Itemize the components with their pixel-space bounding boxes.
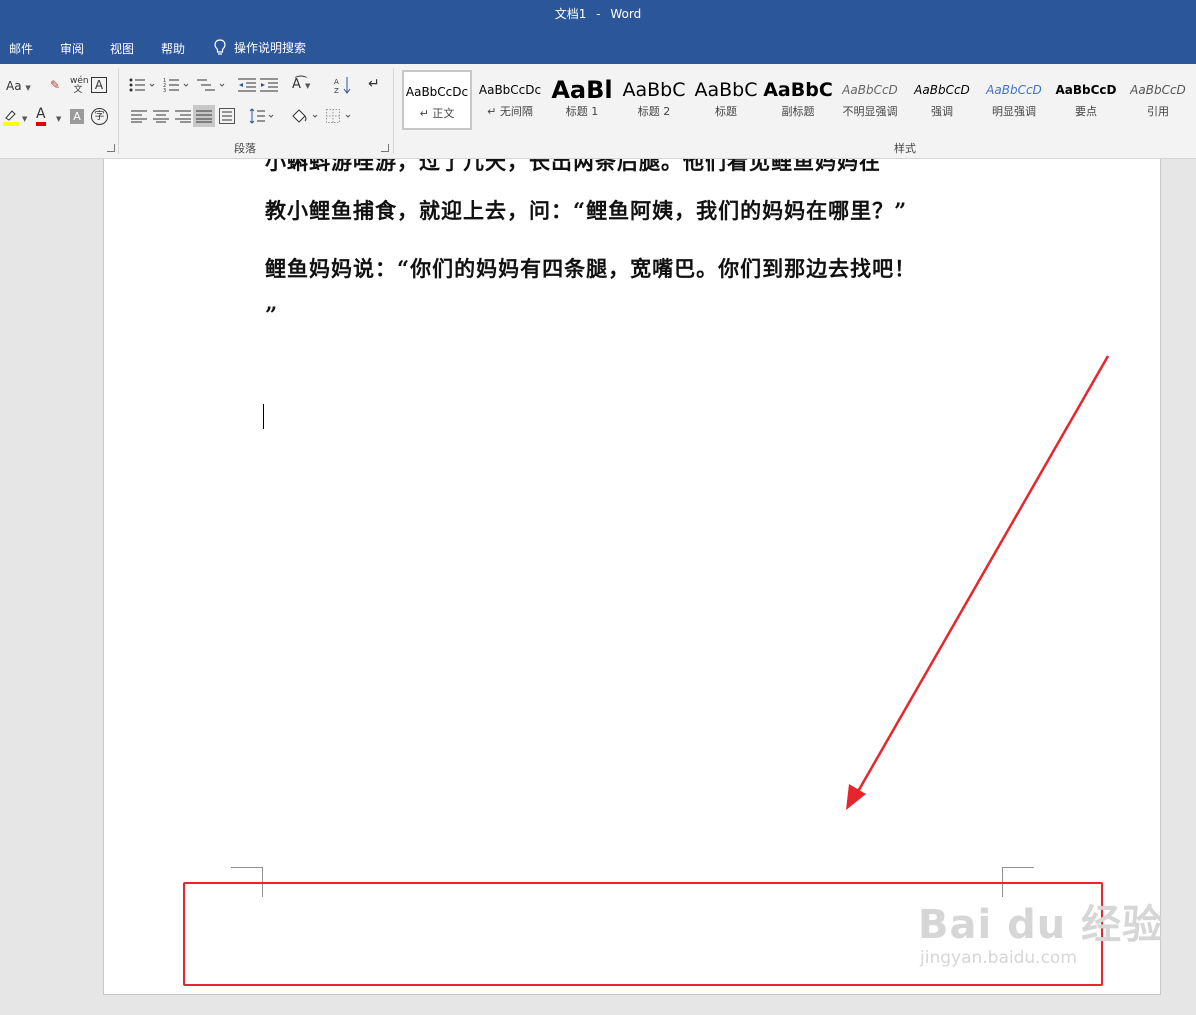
annotation-arrow	[846, 355, 1110, 810]
baidu-watermark: Bai du 经验 jingyan.baidu.com	[918, 902, 1164, 968]
